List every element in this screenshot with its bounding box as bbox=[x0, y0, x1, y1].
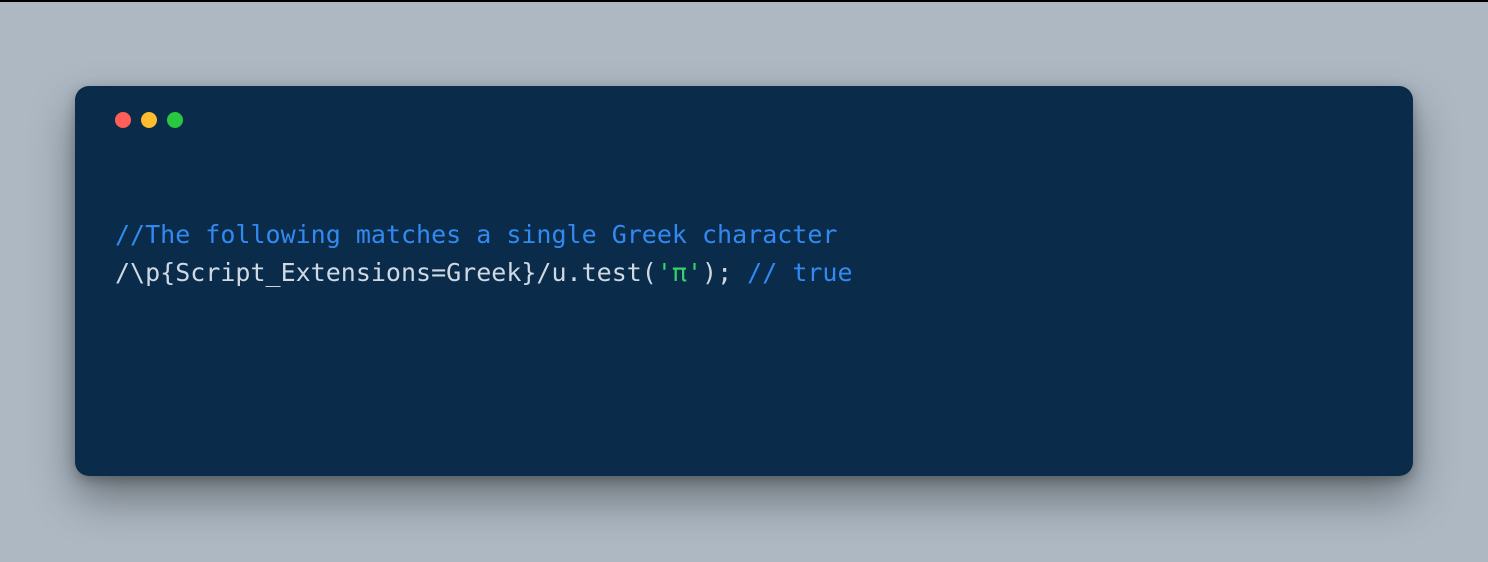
code-regex: /\p{Script_Extensions=Greek}/u bbox=[115, 258, 567, 287]
minimize-icon[interactable] bbox=[141, 112, 157, 128]
code-block: //The following matches a single Greek c… bbox=[115, 216, 1373, 292]
code-call-open: .test( bbox=[567, 258, 657, 287]
code-comment-line-1: //The following matches a single Greek c… bbox=[115, 220, 837, 249]
maximize-icon[interactable] bbox=[167, 112, 183, 128]
code-window: //The following matches a single Greek c… bbox=[75, 86, 1413, 476]
code-comment-trailing: // true bbox=[747, 258, 852, 287]
code-call-close: ); bbox=[702, 258, 747, 287]
close-icon[interactable] bbox=[115, 112, 131, 128]
code-string: 'π' bbox=[657, 258, 702, 287]
window-controls bbox=[115, 112, 1373, 128]
